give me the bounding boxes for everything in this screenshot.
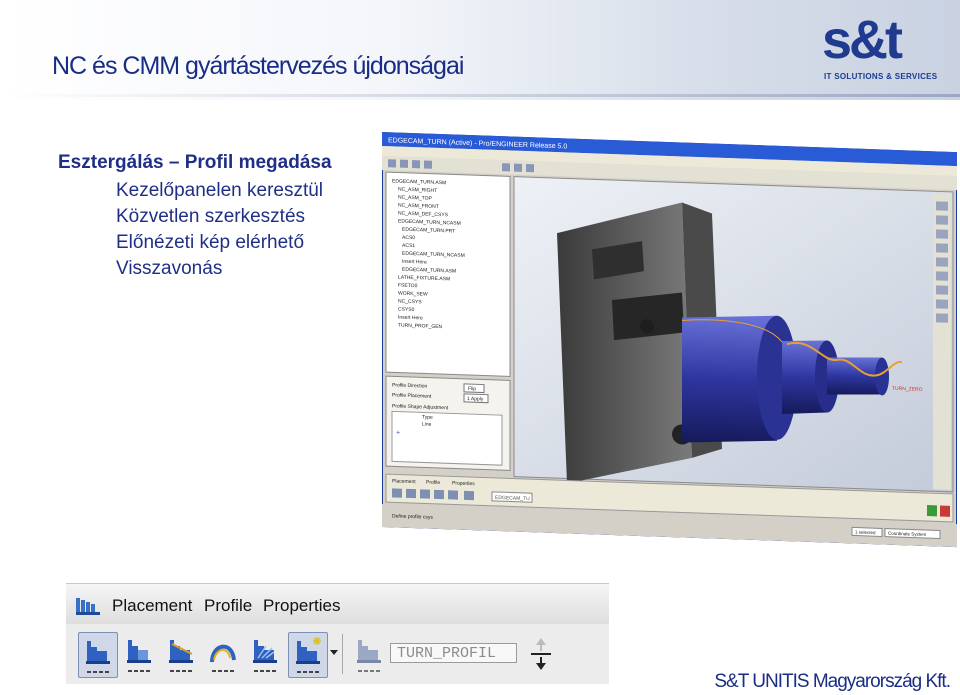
dashboard-tabs: Placement Profile Properties <box>66 584 609 624</box>
profile-inactive-icon[interactable] <box>350 632 388 676</box>
profile-hatch-icon[interactable] <box>246 632 284 676</box>
toolbar-separator <box>342 634 343 674</box>
shape-table <box>391 410 503 466</box>
dashboard-tab-properties[interactable]: Properties <box>452 480 475 487</box>
header-divider <box>0 94 960 97</box>
model-tree-item[interactable]: ACS1 <box>402 243 415 249</box>
bullet-item: Visszavonás <box>116 258 223 279</box>
model-tree-item[interactable]: NC_ASM_TOP <box>398 195 432 202</box>
table-cell: Line <box>422 421 432 427</box>
slide-header <box>0 0 960 100</box>
model-tree-item[interactable]: WORK_SEW <box>398 291 428 298</box>
bullet-heading: Esztergálás – Profil megadása <box>58 152 332 173</box>
model-tree-item[interactable]: Insert Here <box>398 315 423 322</box>
dashboard-toolbar-zoom: Placement Profile Properties TURN_PROFIL <box>66 583 609 684</box>
logo-subtitle: IT SOLUTIONS & SERVICES <box>824 72 938 81</box>
dashboard-tab-profile[interactable]: Profile <box>426 480 440 487</box>
slide-title: NC és CMM gyártástervezés újdonságai <box>52 52 464 80</box>
lathe-chuck <box>557 202 692 484</box>
panel-label: Profile Direction <box>392 382 427 389</box>
profile-select-icon[interactable] <box>288 632 328 678</box>
add-row-icon[interactable]: + <box>396 429 400 436</box>
logo-mark: s&t <box>822 10 903 70</box>
direction-arrows-icon[interactable] <box>528 634 554 674</box>
model-tree-item[interactable]: NC_CSYS <box>398 299 422 306</box>
flip-button-label: Flip <box>468 386 476 392</box>
tab-profile[interactable]: Profile <box>204 596 252 616</box>
bullet-list: Esztergálás – Profil megadása Kezelőpane… <box>58 150 332 282</box>
model-tree-item[interactable]: CSYS0 <box>398 307 415 314</box>
profile-curve-icon[interactable] <box>204 632 242 676</box>
apply-button-label: 1 Apply <box>467 396 484 403</box>
footer-company: S&T UNITIS Magyarország Kft. <box>714 671 951 692</box>
profile-surface-icon[interactable] <box>120 632 158 676</box>
confirm-icon[interactable] <box>927 505 937 517</box>
bullet-item: Előnézeti kép elérhető <box>116 232 305 253</box>
tab-properties[interactable]: Properties <box>263 596 340 616</box>
csys-label: TURN_ZERO <box>892 386 923 393</box>
model-tree-item[interactable]: ACS0 <box>402 235 415 241</box>
tab-placement[interactable]: Placement <box>112 596 192 616</box>
profile-name-field[interactable]: TURN_PROFIL <box>390 643 517 663</box>
selection-count: 1 selected <box>855 530 876 536</box>
company-logo: s&t IT SOLUTIONS & SERVICES <box>822 12 940 86</box>
table-header: Type <box>422 414 433 420</box>
bullet-item: Közvetlen szerkesztés <box>116 206 306 227</box>
model-tree-item[interactable]: Insert Here <box>402 259 427 266</box>
dashboard-field[interactable]: EDGECAM_TU <box>495 495 530 502</box>
cancel-icon[interactable] <box>940 505 950 517</box>
profile-sketch-icon[interactable] <box>78 632 118 678</box>
cad-screenshot: EDGECAM_TURN (Active) - Pro/ENGINEER Rel… <box>382 132 957 557</box>
profile-edge-icon[interactable] <box>162 632 200 676</box>
dropdown-arrow-icon[interactable] <box>328 638 340 668</box>
bullet-item: Kezelőpanelen keresztül <box>116 180 324 201</box>
dashboard-logo-icon <box>76 598 100 615</box>
model-tree-item[interactable]: FSETO0 <box>398 283 418 290</box>
dashboard-tab-placement[interactable]: Placement <box>392 478 416 485</box>
dashboard-icon-row: TURN_PROFIL <box>66 624 609 684</box>
